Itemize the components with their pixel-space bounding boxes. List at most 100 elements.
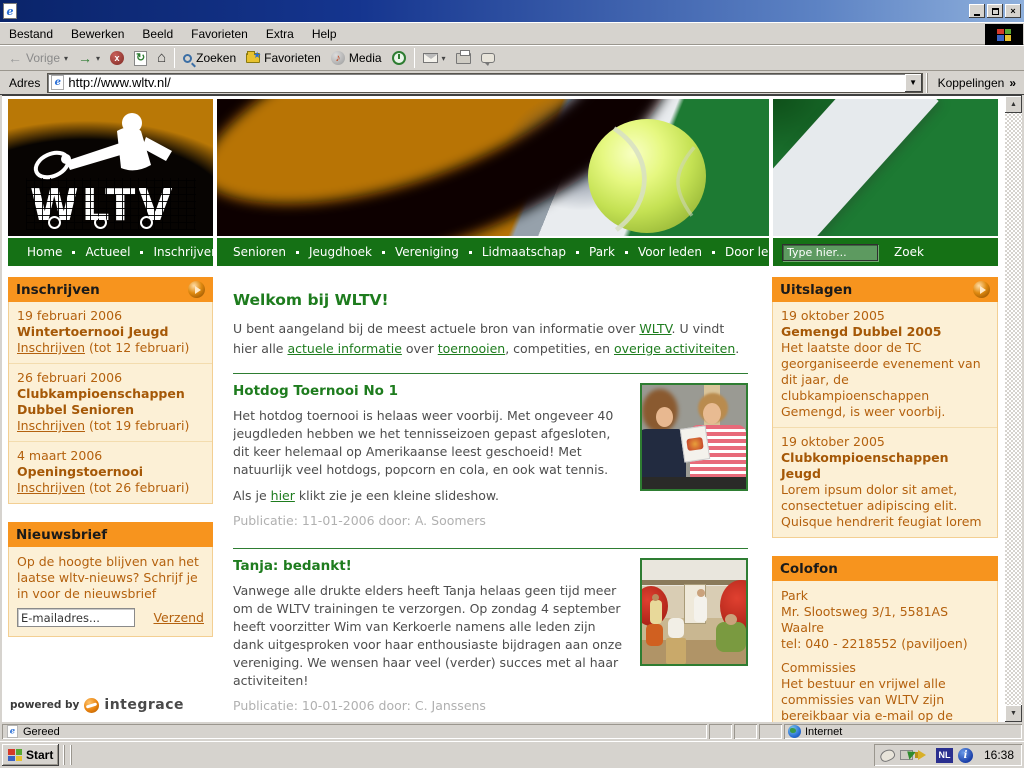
event-title: Wintertoernooi Jeugd: [17, 324, 168, 339]
print-button[interactable]: [451, 46, 476, 70]
menu-item-extra[interactable]: Extra: [257, 24, 303, 44]
article-extra-text: klikt zie je een kleine slideshow.: [295, 488, 499, 503]
tray-volume-icon[interactable]: [918, 750, 931, 760]
nav-item-inschrijven[interactable]: Inschrijven: [151, 245, 220, 259]
scroll-up-button[interactable]: ▲: [1005, 96, 1022, 113]
divider: [233, 373, 748, 374]
address-input[interactable]: [68, 75, 900, 90]
article-photo-terras[interactable]: [640, 558, 748, 666]
menu-item-bestand[interactable]: Bestand: [0, 24, 62, 44]
inschrijven-arrow-button[interactable]: [188, 281, 205, 298]
tennis-ball-mini-icon: [140, 216, 153, 229]
scroll-down-button[interactable]: ▼: [1005, 705, 1022, 722]
back-dropdown-icon[interactable]: ▾: [64, 54, 68, 63]
discuss-button[interactable]: [476, 46, 500, 70]
integrace-brand[interactable]: integrace: [104, 697, 184, 713]
nav-item-jeugdhoek[interactable]: Jeugdhoek: [307, 245, 374, 259]
mail-dropdown-icon[interactable]: ▾: [442, 54, 446, 63]
ie-document-icon: e: [3, 3, 17, 19]
menu-item-help[interactable]: Help: [303, 24, 346, 44]
forward-button[interactable]: → ▾: [73, 46, 105, 70]
links-toolbar[interactable]: Koppelingen »: [927, 73, 1022, 93]
search-button[interactable]: Zoeken: [178, 46, 241, 70]
wltv-link[interactable]: WLTV: [639, 321, 671, 336]
taskbar-clock[interactable]: 16:38: [984, 748, 1014, 762]
uitslag-title: Clubkompioenschappen Jeugd: [781, 450, 949, 481]
inschrijven-link[interactable]: Inschrijven: [17, 418, 85, 433]
nav-item-home[interactable]: Home: [25, 245, 64, 259]
menu-item-bewerken[interactable]: Bewerken: [62, 24, 133, 44]
quicklaunch-separator: [70, 745, 73, 765]
history-button[interactable]: [387, 46, 411, 70]
slideshow-link[interactable]: hier: [271, 488, 295, 503]
intro-text: over: [402, 341, 438, 356]
status-text: Gereed: [23, 726, 60, 738]
restore-button[interactable]: [987, 4, 1003, 18]
back-button[interactable]: ← Vorige ▾: [3, 46, 73, 70]
site-search-button[interactable]: Zoek: [894, 245, 924, 259]
tennis-ball-mini-icon: [94, 216, 107, 229]
park-title: Park: [781, 588, 808, 603]
window-titlebar[interactable]: e ×: [0, 0, 1024, 22]
event-note: (tot 12 februari): [85, 340, 189, 355]
refresh-icon: ↻: [134, 51, 147, 66]
menu-item-beeld[interactable]: Beeld: [133, 24, 182, 44]
tray-mouse-icon[interactable]: [878, 747, 896, 763]
menu-item-favorieten[interactable]: Favorieten: [182, 24, 257, 44]
favorites-button[interactable]: ★ Favorieten: [241, 46, 326, 70]
links-label: Koppelingen: [938, 76, 1005, 90]
home-icon: ⌂: [157, 51, 166, 65]
actuele-informatie-link[interactable]: actuele informatie: [287, 341, 401, 356]
publication-line: Publicatie: 10-01-2006 door: C. Janssens: [233, 698, 748, 713]
history-icon: [392, 51, 406, 65]
chevron-more-icon[interactable]: »: [1009, 76, 1016, 90]
status-ready-pane: e Gereed: [2, 724, 707, 739]
address-label: Adres: [2, 76, 47, 90]
tray-language-indicator[interactable]: NL: [936, 748, 953, 763]
article-photo-hotdog[interactable]: [640, 383, 748, 491]
refresh-button[interactable]: ↻: [129, 46, 152, 70]
sidebar-left: Inschrijven 19 februari 2006 Wintertoern…: [8, 277, 213, 713]
email-field[interactable]: [17, 608, 135, 627]
uitslagen-box-title: Uitslagen: [780, 282, 852, 298]
tennis-ball-icon: [588, 119, 706, 233]
status-page-icon: e: [7, 725, 18, 738]
vertical-scrollbar[interactable]: ▲ ▼: [1005, 96, 1022, 722]
integrace-logo-icon: [84, 698, 99, 713]
start-flag-icon: [8, 749, 22, 761]
intro-paragraph: U bent aangeland bij de meest actuele br…: [233, 319, 748, 359]
stop-button[interactable]: x: [105, 46, 129, 70]
nav-item-voor-leden[interactable]: Voor leden: [636, 245, 704, 259]
overige-activiteiten-link[interactable]: overige activiteiten: [614, 341, 735, 356]
colofon-box-title: Colofon: [780, 561, 838, 577]
nav-item-vereniging[interactable]: Vereniging: [393, 245, 461, 259]
banner-court-right-photo: [773, 99, 998, 236]
status-pane-empty: [709, 724, 732, 739]
article-extra-text: Als je: [233, 488, 271, 503]
address-bar: Adres e ▼ Koppelingen »: [0, 71, 1024, 95]
uitslagen-arrow-button[interactable]: [973, 281, 990, 298]
tray-update-icon[interactable]: [900, 750, 913, 760]
media-button[interactable]: ♪ Media: [326, 46, 387, 70]
mail-button[interactable]: ▾: [418, 46, 451, 70]
home-button[interactable]: ⌂: [152, 46, 171, 70]
address-dropdown-button[interactable]: ▼: [905, 74, 922, 92]
nav-item-senioren[interactable]: Senioren: [231, 245, 288, 259]
minimize-button[interactable]: [969, 4, 985, 18]
court-line-shape: [773, 99, 939, 236]
verzend-link[interactable]: Verzend: [153, 610, 204, 626]
nav-item-lidmaatschap[interactable]: Lidmaatschap: [480, 245, 568, 259]
tray-info-icon[interactable]: i: [958, 748, 973, 763]
close-button[interactable]: ×: [1005, 4, 1021, 18]
start-button[interactable]: Start: [2, 744, 59, 766]
inschrijven-link[interactable]: Inschrijven: [17, 340, 85, 355]
forward-dropdown-icon[interactable]: ▾: [96, 54, 100, 63]
uitslag-date: 19 oktober 2005: [781, 308, 885, 323]
nav-item-actueel[interactable]: Actueel: [83, 245, 132, 259]
nav-item-park[interactable]: Park: [587, 245, 617, 259]
toernooien-link[interactable]: toernooien: [438, 341, 505, 356]
uitslag-text: Lorem ipsum dolor sit amet, consectetuer…: [781, 482, 982, 529]
inschrijven-link[interactable]: Inschrijven: [17, 480, 85, 495]
address-input-box[interactable]: e ▼: [47, 73, 922, 93]
site-search-input[interactable]: [782, 244, 878, 261]
